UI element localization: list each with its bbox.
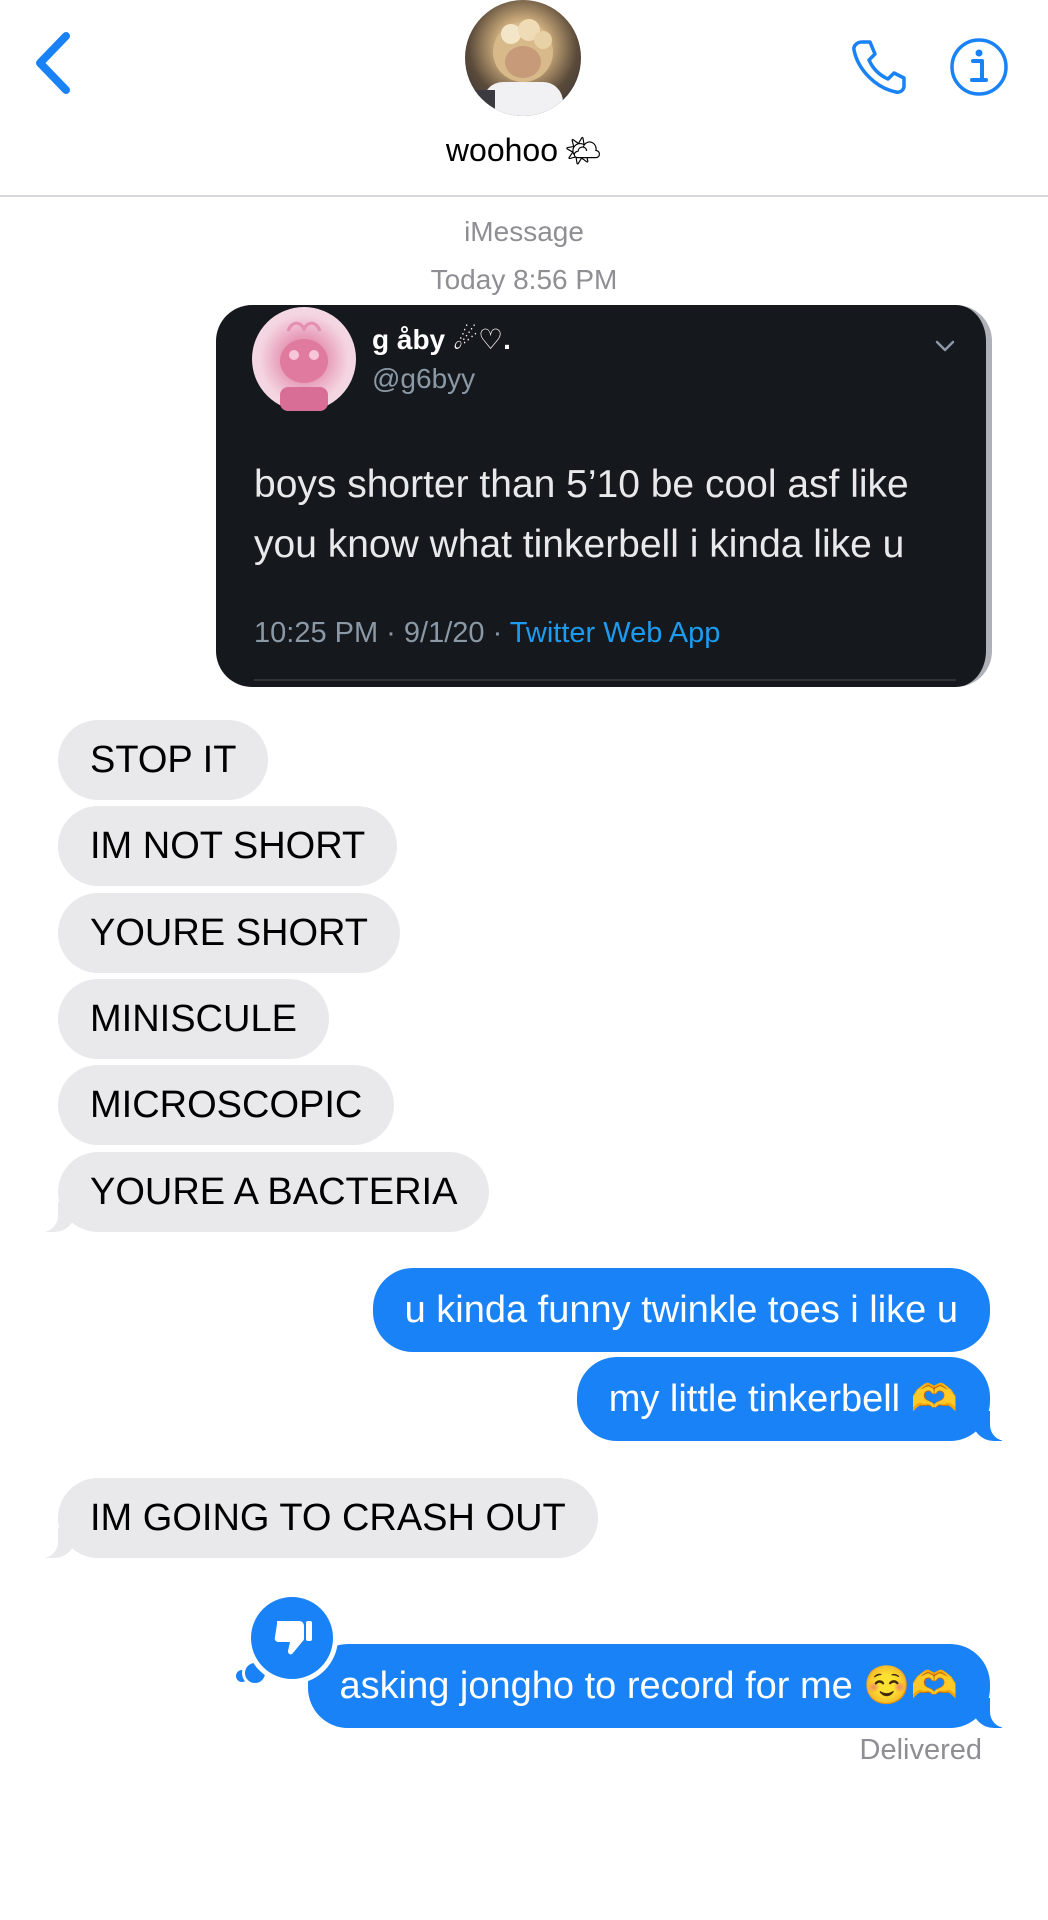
message-bubble-received[interactable]: STOP IT (58, 720, 269, 800)
contact-name[interactable]: woohoo 🌤 (0, 132, 1048, 169)
back-chevron-icon[interactable] (30, 30, 80, 96)
tweet-screenshot[interactable]: g åby ☄♡. @g6byy boys shorter than 5’10 … (216, 305, 992, 687)
tweet-author-avatar (252, 307, 356, 411)
message-bubble-received[interactable]: MINISCULE (58, 979, 329, 1059)
message-bubble-received[interactable]: IM GOING TO CRASH OUT (36, 1478, 598, 1558)
info-icon[interactable] (948, 36, 1010, 98)
message-bubble-received[interactable]: MICROSCOPIC (58, 1065, 395, 1145)
message-bubble-received[interactable]: IM NOT SHORT (58, 806, 398, 886)
conversation-timestamp: Today 8:56 PM (430, 264, 618, 295)
contact-avatar[interactable] (465, 0, 581, 116)
contact-name-label: woohoo (445, 132, 558, 168)
tweet-meta: 10:25 PM · 9/1/20 · Twitter Web App (254, 617, 720, 650)
delivered-status: Delivered (859, 1734, 983, 1766)
message-bubble-sent[interactable]: u kinda funny twinkle toes i like u (372, 1268, 990, 1352)
tapback-thumbs-down-icon[interactable] (246, 1592, 338, 1684)
tweet-display-name: g åby ☄♡. (372, 324, 511, 355)
sun-cloud-emoji: 🌤 (564, 135, 603, 168)
message-bubble-received[interactable]: YOURE SHORT (58, 893, 401, 973)
tweet-divider (254, 679, 956, 681)
message-bubble-sent[interactable]: asking jongho to record for me ☺️🫶 (307, 1644, 1013, 1728)
chevron-down-icon (935, 340, 955, 352)
tweet-time-date: 10:25 PM · 9/1/20 · (254, 617, 510, 649)
tweet-body-text: boys shorter than 5’10 be cool asf like … (254, 463, 909, 566)
tweet-handle: @g6byy (372, 363, 476, 394)
conversation-header: woohoo 🌤 (0, 0, 1048, 197)
service-label: iMessage (464, 216, 584, 247)
message-bubble-received[interactable]: YOURE A BACTERIA (35, 1152, 490, 1232)
tweet-source-app: Twitter Web App (509, 617, 721, 649)
phone-icon[interactable] (848, 36, 908, 98)
message-bubble-sent[interactable]: my little tinkerbell 🫶 (576, 1357, 1013, 1441)
